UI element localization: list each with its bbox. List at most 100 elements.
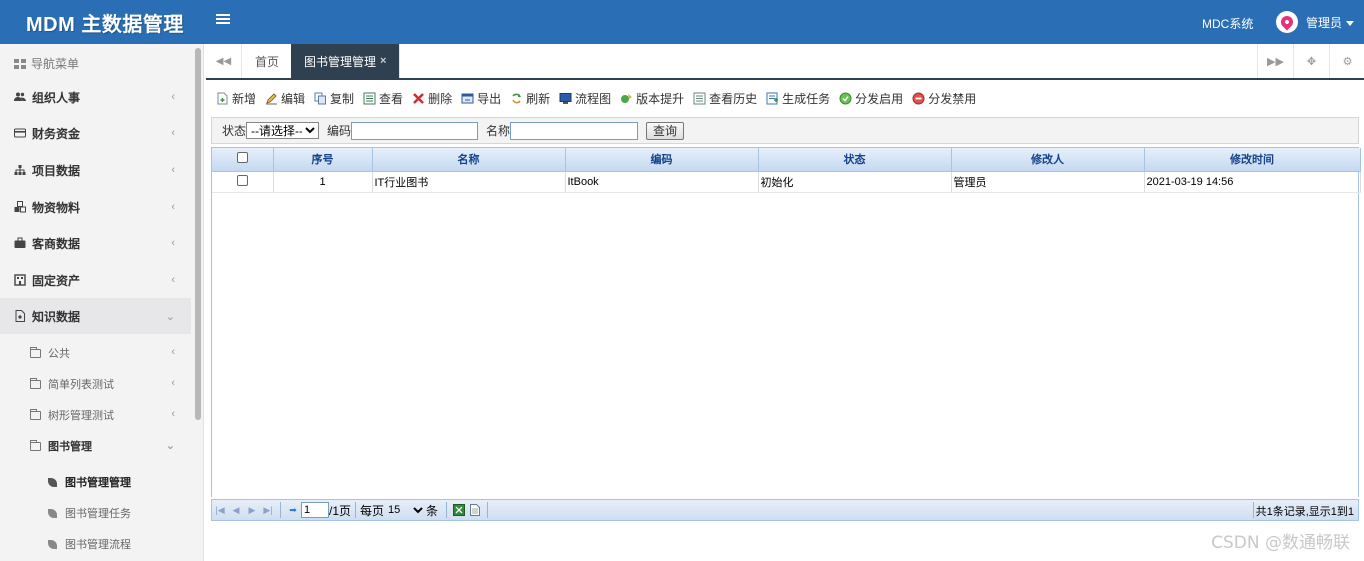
- edit-button[interactable]: 编辑: [265, 90, 305, 107]
- history-button-label: 查看历史: [709, 91, 758, 106]
- page-number-input[interactable]: [301, 502, 329, 518]
- chevron-left-icon: ‹: [171, 408, 175, 420]
- file-icon: [14, 310, 26, 322]
- first-page-icon[interactable]: |◀: [212, 503, 228, 517]
- last-page-icon[interactable]: ▶|: [260, 503, 276, 517]
- tab-home[interactable]: 首页: [242, 44, 294, 78]
- sitemap-icon: [14, 164, 26, 176]
- pagination-bar: |◀ ◀ ▶ ▶| ➡ /1页 每页 15 条 共1条记录,显示1到1: [211, 499, 1359, 521]
- table-cell: ItBook: [565, 171, 759, 193]
- location-pin-icon: [1278, 13, 1296, 31]
- chevron-left-icon: ‹: [171, 91, 175, 103]
- document-export-icon[interactable]: [467, 503, 483, 517]
- gear-icon[interactable]: ⚙: [1329, 44, 1364, 78]
- table-cell: 初始化: [758, 171, 952, 193]
- cubes-icon: [14, 201, 26, 213]
- toolbar: 新增 编辑 复制 查看 删除 导出 刷新 流程图 版本提升 查看历史 生成任务 …: [216, 88, 985, 108]
- menu-toggle-icon[interactable]: [216, 12, 230, 28]
- copy-button[interactable]: 复制: [314, 90, 354, 107]
- chevron-left-icon: ‹: [171, 127, 175, 139]
- sidebar-item-label: 财务资金: [32, 126, 81, 141]
- chevron-left-icon: ‹: [171, 164, 175, 176]
- table-row[interactable]: 1 IT行业图书 ItBook 初始化 管理员 2021-03-19 14:56: [212, 171, 1361, 193]
- avatar: [1276, 11, 1298, 33]
- sidebar-item-label: 客商数据: [32, 236, 81, 251]
- sidebar-leaf-book-flow[interactable]: 图书管理流程: [0, 529, 191, 559]
- sidebar-subitem-tree[interactable]: 树形管理测试 ‹: [0, 400, 191, 430]
- export-button[interactable]: 导出: [461, 90, 501, 107]
- add-button[interactable]: 新增: [216, 90, 256, 107]
- sidebar-item-knowledge[interactable]: 知识数据 ⌄: [0, 298, 191, 334]
- select-all-checkbox[interactable]: [236, 152, 248, 164]
- tab-scroll-left-icon[interactable]: ◀◀: [206, 44, 242, 78]
- upgrade-version-button[interactable]: 版本提升: [620, 90, 684, 107]
- folder-icon: [30, 346, 41, 358]
- divider: [446, 502, 448, 518]
- select-all-header[interactable]: [212, 148, 274, 172]
- flowchart-button[interactable]: 流程图: [559, 90, 611, 107]
- status-select[interactable]: --请选择--: [246, 122, 320, 139]
- distribute-disable-button-label: 分发禁用: [928, 91, 977, 106]
- refresh-icon: [510, 92, 523, 105]
- prev-page-icon[interactable]: ◀: [228, 503, 244, 517]
- fullscreen-icon[interactable]: ✥: [1293, 44, 1329, 78]
- column-header[interactable]: 修改人: [951, 148, 1145, 172]
- refresh-button[interactable]: 刷新: [510, 90, 550, 107]
- excel-export-icon[interactable]: [451, 503, 467, 517]
- status-label: 状态: [222, 124, 247, 138]
- sidebar-scrollbar[interactable]: [195, 48, 201, 420]
- leaf-icon: [48, 539, 57, 549]
- chevron-left-icon: ‹: [171, 377, 175, 389]
- column-header[interactable]: 修改时间: [1144, 148, 1361, 172]
- sidebar-item-merchant[interactable]: 客商数据 ‹: [0, 225, 191, 261]
- main-content: 新增 编辑 复制 查看 删除 导出 刷新 流程图 版本提升 查看历史 生成任务 …: [206, 80, 1364, 561]
- query-button[interactable]: 查询: [646, 121, 685, 140]
- sidebar: 导航菜单 组织人事 ‹ 财务资金 ‹ 项目数据 ‹ 物资物料 ‹ 客商数据 ‹ …: [0, 44, 204, 561]
- generate-task-button[interactable]: 生成任务: [766, 90, 830, 107]
- sidebar-item-project[interactable]: 项目数据 ‹: [0, 152, 191, 188]
- distribute-enable-button[interactable]: 分发启用: [839, 90, 903, 107]
- sidebar-item-material[interactable]: 物资物料 ‹: [0, 189, 191, 225]
- per-page-select[interactable]: 15: [384, 502, 427, 518]
- code-input[interactable]: [351, 121, 479, 140]
- table-header-row: 序号 名称 编码 状态 修改人 修改时间: [212, 148, 1361, 172]
- sidebar-item-label: 项目数据: [32, 163, 81, 178]
- row-checkbox[interactable]: [236, 174, 248, 186]
- delete-button[interactable]: 删除: [412, 90, 452, 107]
- column-header[interactable]: 序号: [273, 148, 373, 172]
- sidebar-subitem-label: 树形管理测试: [48, 410, 114, 422]
- top-header: MDM 主数据管理 MDC系统 管理员: [0, 0, 1364, 44]
- export-icon: [461, 92, 474, 105]
- name-input[interactable]: [510, 121, 639, 140]
- go-page-icon[interactable]: ➡: [285, 503, 301, 517]
- chevron-left-icon: ‹: [171, 346, 175, 358]
- column-header[interactable]: 编码: [565, 148, 759, 172]
- view-button[interactable]: 查看: [363, 90, 403, 107]
- sidebar-item-assets[interactable]: 固定资产 ‹: [0, 262, 191, 298]
- sidebar-subitem-books[interactable]: 图书管理 ⌄: [0, 431, 191, 461]
- chevron-down-icon: ⌄: [165, 311, 175, 323]
- history-button[interactable]: 查看历史: [693, 90, 757, 107]
- sidebar-item-finance[interactable]: 财务资金 ‹: [0, 115, 191, 151]
- sidebar-leaf-book-manage[interactable]: 图书管理管理: [0, 467, 191, 497]
- column-header[interactable]: 状态: [758, 148, 952, 172]
- tab-scroll-right-icon[interactable]: ▶▶: [1257, 44, 1293, 78]
- next-page-icon[interactable]: ▶: [244, 503, 260, 517]
- system-switch-link[interactable]: MDC系统: [1202, 15, 1253, 32]
- tab-book-manage[interactable]: 图书管理管理 ×: [291, 44, 401, 78]
- sidebar-leaf-label: 图书管理任务: [65, 508, 131, 520]
- sidebar-subitem-label: 图书管理: [48, 441, 92, 453]
- refresh-button-label: 刷新: [526, 91, 551, 106]
- divider: [1253, 502, 1254, 518]
- close-icon[interactable]: ×: [380, 55, 386, 67]
- sidebar-item-org[interactable]: 组织人事 ‹: [0, 79, 191, 115]
- divider: [487, 502, 489, 518]
- sidebar-subitem-public[interactable]: 公共 ‹: [0, 338, 191, 368]
- distribute-disable-button[interactable]: 分发禁用: [912, 90, 976, 107]
- row-checkbox-cell[interactable]: [212, 171, 274, 193]
- sidebar-leaf-book-task[interactable]: 图书管理任务: [0, 498, 191, 528]
- column-header[interactable]: 名称: [372, 148, 566, 172]
- per-page-label: 每页: [360, 503, 385, 518]
- user-menu[interactable]: 管理员: [1276, 10, 1355, 34]
- sidebar-subitem-simple-list[interactable]: 简单列表测试 ‹: [0, 369, 191, 399]
